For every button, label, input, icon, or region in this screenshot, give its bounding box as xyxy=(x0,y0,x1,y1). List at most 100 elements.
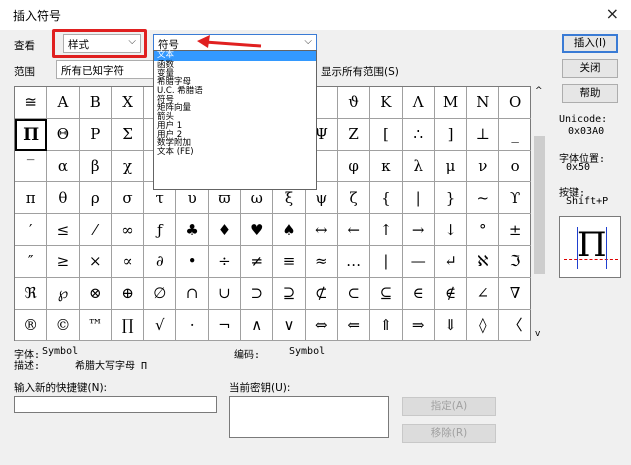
symbol-cell[interactable]: ℜ xyxy=(15,277,48,310)
symbol-cell[interactable]: ∠ xyxy=(467,277,500,310)
symbol-cell[interactable]: σ xyxy=(111,182,145,215)
symbol-cell[interactable]: ↓ xyxy=(434,214,468,246)
symbol-cell[interactable]: × xyxy=(79,245,112,278)
symbol-cell[interactable]: © xyxy=(47,309,80,342)
dropdown-item[interactable]: 文本 (FE) xyxy=(154,148,316,157)
symbol-cell[interactable]: ≥ xyxy=(47,245,80,278)
symbol-cell[interactable]: N xyxy=(467,87,500,119)
symbol-cell[interactable]: ⊕ xyxy=(111,277,145,310)
symbol-cell[interactable]: ≈ xyxy=(305,245,338,278)
symbol-cell[interactable]: ~ xyxy=(467,182,500,215)
symbol-cell[interactable]: ℘ xyxy=(47,277,80,310)
symbol-cell[interactable]: ◊ xyxy=(467,309,500,342)
symbol-cell[interactable]: ⇐ xyxy=(337,309,371,342)
symbol-cell[interactable]: 〈 xyxy=(499,309,532,342)
symbol-cell[interactable]: A xyxy=(47,87,80,119)
symbol-cell[interactable]: X xyxy=(111,87,145,119)
symbol-cell[interactable]: ∪ xyxy=(208,277,242,310)
symbol-cell[interactable]: ≤ xyxy=(47,214,80,246)
symbol-cell[interactable]: ← xyxy=(337,214,371,246)
symbol-cell[interactable]: _ xyxy=(499,118,532,151)
symbol-cell[interactable]: ℑ xyxy=(499,245,532,278)
dropdown-item[interactable]: 矩阵向量 xyxy=(154,104,316,113)
symbol-cell[interactable]: ƒ xyxy=(144,214,177,246)
symbol-cell[interactable]: ↔ xyxy=(305,214,338,246)
symbol-cell[interactable]: ⇔ xyxy=(305,309,338,342)
symbol-cell[interactable]: K xyxy=(370,87,403,119)
symbol-cell[interactable]: O xyxy=(499,87,532,119)
symbol-cell[interactable]: [ xyxy=(370,118,403,151)
symbol-cell[interactable]: — xyxy=(402,245,435,278)
symbol-cell[interactable]: ∅ xyxy=(144,277,177,310)
symbol-cell[interactable]: ⊂ xyxy=(337,277,371,310)
scrollbar-thumb[interactable] xyxy=(534,136,545,274)
symbol-cell[interactable]: ∞ xyxy=(111,214,145,246)
range-combo[interactable]: 所有已知字符 xyxy=(56,60,154,79)
symbol-cell[interactable]: • xyxy=(176,245,209,278)
symbol-cell[interactable]: π xyxy=(15,182,48,215)
symbol-cell[interactable]: ‾ xyxy=(15,150,48,183)
symbol-cell[interactable]: κ xyxy=(370,150,403,183)
symbol-cell[interactable]: ± xyxy=(499,214,532,246)
font-dropdown-list[interactable]: 文本 函数 变量 希腊字母 U.C. 希腊语 符号 矩阵向量 箭头 用户 1 用… xyxy=(153,50,317,190)
symbol-cell[interactable]: Λ xyxy=(402,87,435,119)
new-shortcut-input[interactable] xyxy=(14,396,217,413)
symbol-cell[interactable]: ο xyxy=(499,150,532,183)
symbol-cell[interactable]: ⊄ xyxy=(305,277,338,310)
symbol-cell[interactable]: ≡ xyxy=(273,245,306,278)
symbol-cell[interactable]: → xyxy=(402,214,435,246)
symbol-cell[interactable]: ∩ xyxy=(176,277,209,310)
symbol-cell[interactable]: θ xyxy=(47,182,80,215)
symbol-cell[interactable]: ¬ xyxy=(208,309,242,342)
symbol-cell[interactable]: ≠ xyxy=(241,245,274,278)
remove-button[interactable]: 移除(R) xyxy=(402,424,496,443)
symbol-cell[interactable]: ϑ xyxy=(337,87,371,119)
symbol-cell[interactable]: β xyxy=(79,150,112,183)
symbol-cell[interactable]: } xyxy=(434,182,468,215)
close-button[interactable]: 关闭 xyxy=(562,59,618,78)
symbol-cell[interactable]: … xyxy=(337,245,371,278)
symbol-cell[interactable]: ♥ xyxy=(241,214,274,246)
symbol-cell[interactable]: ° xyxy=(467,214,500,246)
symbol-cell[interactable]: ∈ xyxy=(402,277,435,310)
symbol-cell[interactable]: ⇒ xyxy=(402,309,435,342)
show-all-ranges-option[interactable]: 显示所有范围(S) xyxy=(321,64,399,79)
symbol-cell[interactable]: ⁄ xyxy=(79,214,112,246)
symbol-cell[interactable]: φ xyxy=(337,150,371,183)
symbol-cell[interactable]: ♠ xyxy=(273,214,306,246)
symbol-grid-scrollbar[interactable]: ^ v xyxy=(531,86,548,341)
symbol-cell[interactable]: ″ xyxy=(15,245,48,278)
dropdown-item[interactable]: 文本 xyxy=(154,51,316,61)
symbol-cell[interactable]: ∇ xyxy=(499,277,532,310)
symbol-cell[interactable]: ∝ xyxy=(111,245,145,278)
symbol-cell[interactable]: ⋅ xyxy=(176,309,209,342)
symbol-cell[interactable]: P xyxy=(79,118,112,151)
chevron-up-icon[interactable]: ^ xyxy=(535,86,543,96)
symbol-cell[interactable]: ∨ xyxy=(273,309,306,342)
symbol-cell[interactable]: ⊗ xyxy=(79,277,112,310)
symbol-cell[interactable]: ϒ xyxy=(499,182,532,215)
symbol-cell[interactable]: | xyxy=(370,245,403,278)
symbol-cell[interactable]: ⊃ xyxy=(241,277,274,310)
symbol-cell[interactable]: Z xyxy=(337,118,371,151)
assign-button[interactable]: 指定(A) xyxy=(402,397,496,416)
symbol-cell[interactable]: ÷ xyxy=(208,245,242,278)
symbol-cell[interactable]: Π xyxy=(15,118,48,151)
symbol-cell[interactable]: ↑ xyxy=(370,214,403,246)
symbol-cell[interactable]: ⇑ xyxy=(370,309,403,342)
symbol-cell[interactable]: M xyxy=(434,87,468,119)
dropdown-item[interactable]: U.C. 希腊语 xyxy=(154,87,316,96)
symbol-cell[interactable]: ∧ xyxy=(241,309,274,342)
symbol-cell[interactable]: ℵ xyxy=(467,245,500,278)
symbol-cell[interactable]: Σ xyxy=(111,118,145,151)
symbol-cell[interactable]: ζ xyxy=(337,182,371,215)
symbol-cell[interactable]: ρ xyxy=(79,182,112,215)
symbol-cell[interactable]: ⇓ xyxy=(434,309,468,342)
symbol-cell[interactable]: α xyxy=(47,150,80,183)
symbol-cell[interactable]: ♦ xyxy=(208,214,242,246)
symbol-cell[interactable]: ∴ xyxy=(402,118,435,151)
symbol-cell[interactable]: ] xyxy=(434,118,468,151)
symbol-cell[interactable]: ™ xyxy=(79,309,112,342)
symbol-cell[interactable]: ∏ xyxy=(111,309,145,342)
symbol-cell[interactable]: { xyxy=(370,182,403,215)
